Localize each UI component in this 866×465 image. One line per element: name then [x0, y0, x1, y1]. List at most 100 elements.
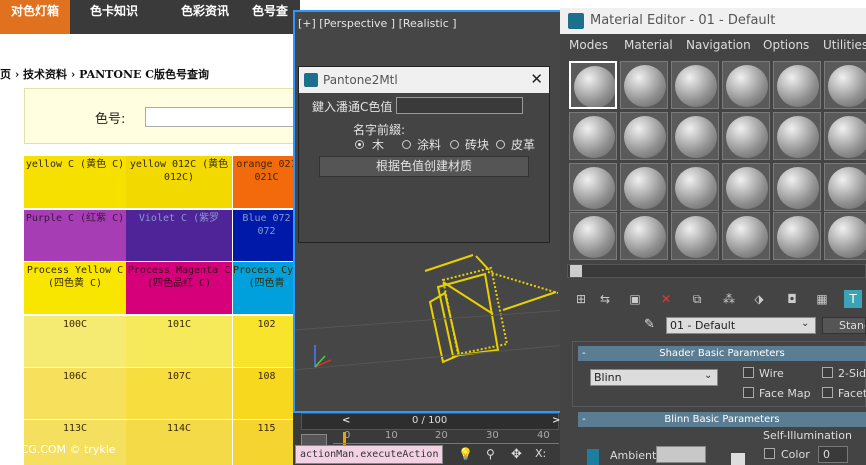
- material-type-button[interactable]: Stand: [822, 317, 866, 334]
- wire-label: Wire: [759, 367, 784, 380]
- pantone-swatch[interactable]: orange 021 021C: [233, 156, 300, 208]
- get-material-icon[interactable]: ⊞: [572, 290, 590, 308]
- assign-material-icon[interactable]: ▣: [626, 290, 644, 308]
- eyedropper-icon[interactable]: ✎: [644, 317, 655, 332]
- pantone-swatch[interactable]: Process Yellow C (四色黄 C): [24, 262, 126, 314]
- material-slot[interactable]: [824, 212, 866, 260]
- material-slot[interactable]: [722, 61, 770, 109]
- radio-leather[interactable]: [496, 140, 505, 149]
- pantone-value-input[interactable]: [396, 97, 523, 114]
- material-slot[interactable]: [773, 61, 821, 109]
- self-illum-value-input[interactable]: 0: [818, 446, 848, 463]
- material-sphere: [675, 65, 717, 107]
- material-slot[interactable]: [824, 163, 866, 211]
- radio-paint[interactable]: [402, 140, 411, 149]
- viewport-label[interactable]: [+] [Perspective ] [Realistic ]: [298, 17, 457, 30]
- wire-checkbox[interactable]: [743, 367, 754, 378]
- make-copy-icon[interactable]: ⧉: [688, 290, 706, 308]
- create-material-button[interactable]: 根据色值创建材质: [319, 156, 529, 177]
- faceted-checkbox[interactable]: [822, 387, 833, 398]
- pantone-swatch[interactable]: 102: [233, 316, 300, 367]
- nav-tab-lightbox[interactable]: 对色灯箱: [0, 0, 70, 34]
- material-slot[interactable]: [671, 212, 719, 260]
- lightbulb-icon[interactable]: 💡: [458, 447, 473, 461]
- menu-options[interactable]: Options: [763, 38, 809, 52]
- pantone-swatch[interactable]: Blue 072 072: [233, 210, 300, 261]
- shader-type-dropdown[interactable]: Blinn: [590, 369, 718, 386]
- material-slot[interactable]: [620, 163, 668, 211]
- pantone-swatch[interactable]: Violet C (紫罗: [126, 210, 232, 261]
- material-slot[interactable]: [569, 61, 617, 109]
- menu-material[interactable]: Material: [624, 38, 673, 52]
- ambient-color-swatch[interactable]: [656, 446, 706, 463]
- show-map-icon[interactable]: ▦: [813, 290, 831, 308]
- put-to-library-icon[interactable]: ⬗: [750, 290, 768, 308]
- nav-tab-color-news[interactable]: 色彩资讯: [160, 0, 250, 34]
- radio-wood[interactable]: [355, 140, 364, 149]
- pantone-swatch[interactable]: yellow C (黄色 C): [24, 156, 126, 208]
- show-end-result-icon[interactable]: T: [844, 290, 862, 308]
- pantone-swatch[interactable]: Purple C (红紫 C): [24, 210, 126, 261]
- shader-rollout-header[interactable]: - Shader Basic Parameters: [578, 346, 866, 361]
- material-id-icon[interactable]: ◘: [783, 290, 801, 308]
- pantone-swatch[interactable]: 100C: [24, 316, 126, 367]
- tick-label: 20: [435, 430, 448, 441]
- material-slot[interactable]: [722, 163, 770, 211]
- material-slot[interactable]: [671, 61, 719, 109]
- chevron-down-icon[interactable]: ⌄: [801, 318, 809, 329]
- material-name-field[interactable]: 01 - Default: [666, 317, 816, 334]
- make-unique-icon[interactable]: ⁂: [720, 290, 738, 308]
- pantone-swatch[interactable]: yellow 012C (黄色 012C): [126, 156, 232, 208]
- transform-icon[interactable]: ✥: [511, 447, 522, 462]
- nav-tab-card-knowledge[interactable]: 色卡知识: [72, 0, 156, 34]
- pantone-swatch[interactable]: 101C: [126, 316, 232, 367]
- slots-scrollbar[interactable]: [567, 264, 866, 278]
- blinn-rollout-header[interactable]: - Blinn Basic Parameters: [578, 412, 866, 427]
- material-slot[interactable]: [569, 163, 617, 211]
- lock-ambient-icon[interactable]: [587, 449, 599, 465]
- material-slot[interactable]: [569, 112, 617, 160]
- tick-label: 0: [344, 430, 351, 441]
- material-slot[interactable]: [620, 112, 668, 160]
- lock-icon[interactable]: ⚲: [486, 447, 495, 461]
- material-slot[interactable]: [773, 163, 821, 211]
- pantone-swatch[interactable]: 108: [233, 368, 300, 419]
- map-button[interactable]: [731, 453, 745, 465]
- swatch-sublabel: (四色品红 C): [146, 278, 212, 289]
- dialog-title-bar[interactable]: Pantone2Mtl: [299, 67, 549, 93]
- material-slot[interactable]: [722, 212, 770, 260]
- put-to-scene-icon[interactable]: ⇆: [596, 290, 614, 308]
- pantone-swatch[interactable]: Process Cyan (四色青: [233, 262, 300, 314]
- material-editor-title-bar[interactable]: Material Editor - 01 - Default: [560, 8, 866, 34]
- reset-material-icon[interactable]: ✕: [657, 290, 675, 308]
- scroll-left-button[interactable]: [570, 265, 582, 277]
- material-sphere: [573, 116, 615, 158]
- two-sided-checkbox[interactable]: [822, 367, 833, 378]
- pantone-swatch[interactable]: Process Magenta C (四色品红 C): [126, 262, 232, 314]
- material-slot[interactable]: [620, 61, 668, 109]
- material-slot[interactable]: [824, 112, 866, 160]
- face-map-checkbox[interactable]: [743, 387, 754, 398]
- material-slot[interactable]: [620, 212, 668, 260]
- color-number-input[interactable]: [145, 107, 300, 127]
- material-slot[interactable]: [824, 61, 866, 109]
- material-slot[interactable]: [569, 212, 617, 260]
- material-slot[interactable]: [671, 163, 719, 211]
- menu-utilities[interactable]: Utilities: [823, 38, 866, 52]
- maxscript-listener[interactable]: actionMan.executeAction: [295, 445, 443, 464]
- pantone-swatch[interactable]: 114C: [126, 420, 232, 465]
- chevron-down-icon[interactable]: ⌄: [704, 370, 712, 381]
- material-slot[interactable]: [671, 112, 719, 160]
- radio-brick[interactable]: [450, 140, 459, 149]
- pantone-swatch[interactable]: 106C: [24, 368, 126, 419]
- material-slot[interactable]: [722, 112, 770, 160]
- pantone-swatch[interactable]: 107C: [126, 368, 232, 419]
- self-illum-color-checkbox[interactable]: [764, 448, 775, 459]
- menu-navigation[interactable]: Navigation: [686, 38, 751, 52]
- pantone-swatch[interactable]: 115: [233, 420, 300, 465]
- close-icon[interactable]: ✕: [530, 70, 543, 88]
- material-slot[interactable]: [773, 212, 821, 260]
- material-slot[interactable]: [773, 112, 821, 160]
- time-slider[interactable]: < 0 / 100 >: [301, 413, 560, 430]
- menu-modes[interactable]: Modes: [569, 38, 608, 52]
